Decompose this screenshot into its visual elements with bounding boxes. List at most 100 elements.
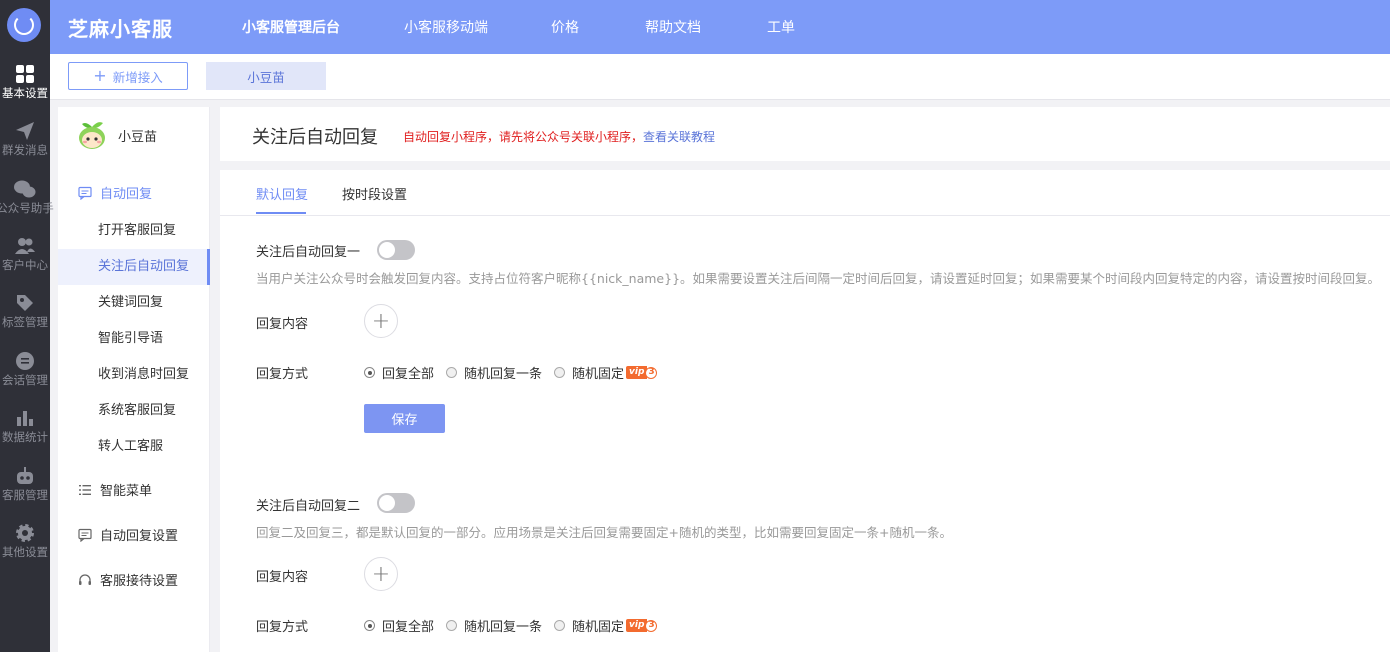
- app-rail: 基本设置 群发消息 公众号助手 客户中心 标签管理 会话管理 数据统计 客服管理…: [0, 0, 54, 652]
- section1-content-label: 回复内容: [256, 317, 309, 332]
- vip3-badge-icon: vip 3: [626, 366, 658, 379]
- bar-chart-icon: [17, 411, 33, 426]
- send-icon: [16, 122, 34, 140]
- title-panel: 关注后自动回复 自动回复小程序，请先将公众号关联小程序，查看关联教程: [220, 107, 1390, 161]
- headset-icon: [79, 573, 91, 585]
- rail-label: 数据统计: [2, 430, 48, 444]
- app-logo-icon[interactable]: [7, 8, 41, 42]
- vip-level: 3: [645, 366, 658, 379]
- tab-bar: 默认回复 按时段设置: [220, 170, 1390, 216]
- tutorial-link[interactable]: 查看关联教程: [643, 130, 715, 144]
- rail-label: 群发消息: [2, 143, 48, 157]
- side-item-system-reply[interactable]: 系统客服回复: [58, 393, 210, 429]
- grid-icon: [16, 65, 34, 83]
- robot-icon: [17, 467, 33, 484]
- brand-title: 芝麻小客服: [68, 17, 173, 41]
- radio-dot: [364, 367, 375, 378]
- add-access-button[interactable]: + 新增接入: [68, 62, 188, 90]
- section2-label: 关注后自动回复二: [256, 499, 361, 514]
- side-item-open-service-reply[interactable]: 打开客服回复: [58, 213, 210, 249]
- rail-label: 客户中心: [2, 258, 48, 272]
- section2-toggle[interactable]: [377, 493, 415, 513]
- section1-hint: 当用户关注公众号时会触发回复内容。支持占位符客户昵称{{nick_name}}。…: [256, 271, 1381, 286]
- section2-radio-random-one[interactable]: 随机回复一条: [446, 616, 542, 635]
- group-smart-menu-label: 智能菜单: [100, 484, 153, 499]
- side-item-follow-auto-reply[interactable]: 关注后自动回复: [58, 249, 210, 285]
- message-icon: [78, 186, 92, 200]
- group-smart-menu[interactable]: 智能菜单: [78, 480, 152, 499]
- section1-radio-all[interactable]: 回复全部: [364, 363, 434, 382]
- group-auto-reply-label: 自动回复: [100, 187, 153, 202]
- rail-item-customer-center[interactable]: 客户中心: [0, 234, 50, 272]
- rail-item-tag-management[interactable]: 标签管理: [0, 291, 50, 329]
- section1-toggle[interactable]: [377, 240, 415, 260]
- group-service-settings[interactable]: 客服接待设置: [78, 570, 178, 589]
- rail-item-session-management[interactable]: 会话管理: [0, 349, 50, 387]
- nav-pricing[interactable]: 价格: [551, 17, 579, 37]
- rail-label: 标签管理: [2, 315, 48, 329]
- vip-level: 3: [645, 619, 658, 632]
- section1-radio-random-one[interactable]: 随机回复一条: [446, 363, 542, 382]
- warning-text: 自动回复小程序，请先将公众号关联小程序，查看关联教程: [403, 128, 715, 145]
- message-icon: [78, 528, 92, 542]
- rail-item-basic-settings[interactable]: 基本设置: [0, 62, 50, 100]
- radio-label: 随机回复一条: [464, 620, 543, 635]
- section1-mode-options: 回复全部 随机回复一条 随机固定 vip 3: [364, 363, 669, 382]
- radio-dot: [446, 367, 458, 378]
- nav-help-docs[interactable]: 帮助文档: [645, 17, 701, 37]
- top-bar: 芝麻小客服 小客服管理后台 小客服移动端 价格 帮助文档 工单: [50, 0, 1390, 54]
- radio-label: 随机固定: [572, 620, 625, 635]
- sub-toolbar: + 新增接入 小豆苗: [50, 54, 1390, 100]
- vip3-badge-icon: vip 3: [626, 619, 658, 632]
- plus-icon: +: [93, 66, 107, 85]
- section1-label: 关注后自动回复一: [256, 245, 361, 260]
- group-service-settings-label: 客服接待设置: [100, 574, 179, 589]
- nav-tickets[interactable]: 工单: [767, 17, 795, 37]
- side-item-message-reply[interactable]: 收到消息时回复: [58, 357, 210, 393]
- section2-content-label: 回复内容: [256, 570, 309, 585]
- page-title: 关注后自动回复: [252, 127, 378, 148]
- sprout-avatar-icon: [79, 122, 105, 149]
- radio-label: 随机回复一条: [464, 367, 543, 382]
- section1-radio-random-fixed[interactable]: 随机固定 vip 3: [554, 363, 658, 382]
- content-panel: 默认回复 按时段设置 关注后自动回复一 当用户关注公众号时会触发回复内容。支持占…: [220, 170, 1390, 652]
- section2-radio-random-fixed[interactable]: 随机固定 vip 3: [554, 616, 658, 635]
- section2-hint: 回复二及回复三，都是默认回复的一部分。应用场景是关注后回复需要固定+随机的类型，…: [256, 525, 952, 540]
- group-auto-reply-settings[interactable]: 自动回复设置: [78, 525, 178, 544]
- side-item-transfer-human[interactable]: 转人工客服: [58, 429, 210, 465]
- rail-item-statistics[interactable]: 数据统计: [0, 406, 50, 444]
- group-auto-reply[interactable]: 自动回复: [78, 183, 152, 202]
- radio-label: 回复全部: [382, 620, 435, 635]
- rail-item-other-settings[interactable]: 其他设置: [0, 521, 50, 559]
- radio-label: 随机固定: [572, 367, 625, 382]
- section1-add-content-button[interactable]: +: [364, 304, 398, 338]
- side-item-keyword-reply[interactable]: 关键词回复: [58, 285, 210, 321]
- rail-item-mp-assistant[interactable]: 公众号助手: [0, 177, 54, 215]
- section1-save-button[interactable]: 保存: [364, 404, 445, 433]
- nav-admin[interactable]: 小客服管理后台: [242, 17, 340, 37]
- rail-label: 其他设置: [2, 545, 48, 559]
- radio-label: 回复全部: [382, 367, 435, 382]
- tab-default-reply[interactable]: 默认回复: [256, 184, 308, 203]
- rail-label: 公众号助手: [0, 201, 54, 215]
- tag-icon: [17, 295, 33, 311]
- section2-radio-all[interactable]: 回复全部: [364, 616, 434, 635]
- wechat-icon: [14, 180, 36, 198]
- account-name: 小豆苗: [118, 129, 158, 145]
- nav-mobile[interactable]: 小客服移动端: [404, 17, 488, 37]
- section2-mode-options: 回复全部 随机回复一条 随机固定 vip 3: [364, 616, 669, 635]
- account-header: 小豆苗: [76, 119, 157, 151]
- section2-add-content-button[interactable]: +: [364, 557, 398, 591]
- account-tab[interactable]: 小豆苗: [206, 62, 326, 90]
- radio-dot: [364, 620, 375, 631]
- section1-mode-label: 回复方式: [256, 367, 309, 382]
- radio-dot: [554, 620, 566, 631]
- tab-indicator: [256, 212, 306, 214]
- rail-label: 会话管理: [2, 373, 48, 387]
- rail-item-service-management[interactable]: 客服管理: [0, 464, 50, 502]
- gear-icon: [16, 524, 34, 542]
- rail-label: 客服管理: [2, 488, 48, 502]
- rail-item-broadcast[interactable]: 群发消息: [0, 119, 50, 157]
- tab-time-period[interactable]: 按时段设置: [342, 184, 407, 203]
- side-item-smart-guide[interactable]: 智能引导语: [58, 321, 210, 357]
